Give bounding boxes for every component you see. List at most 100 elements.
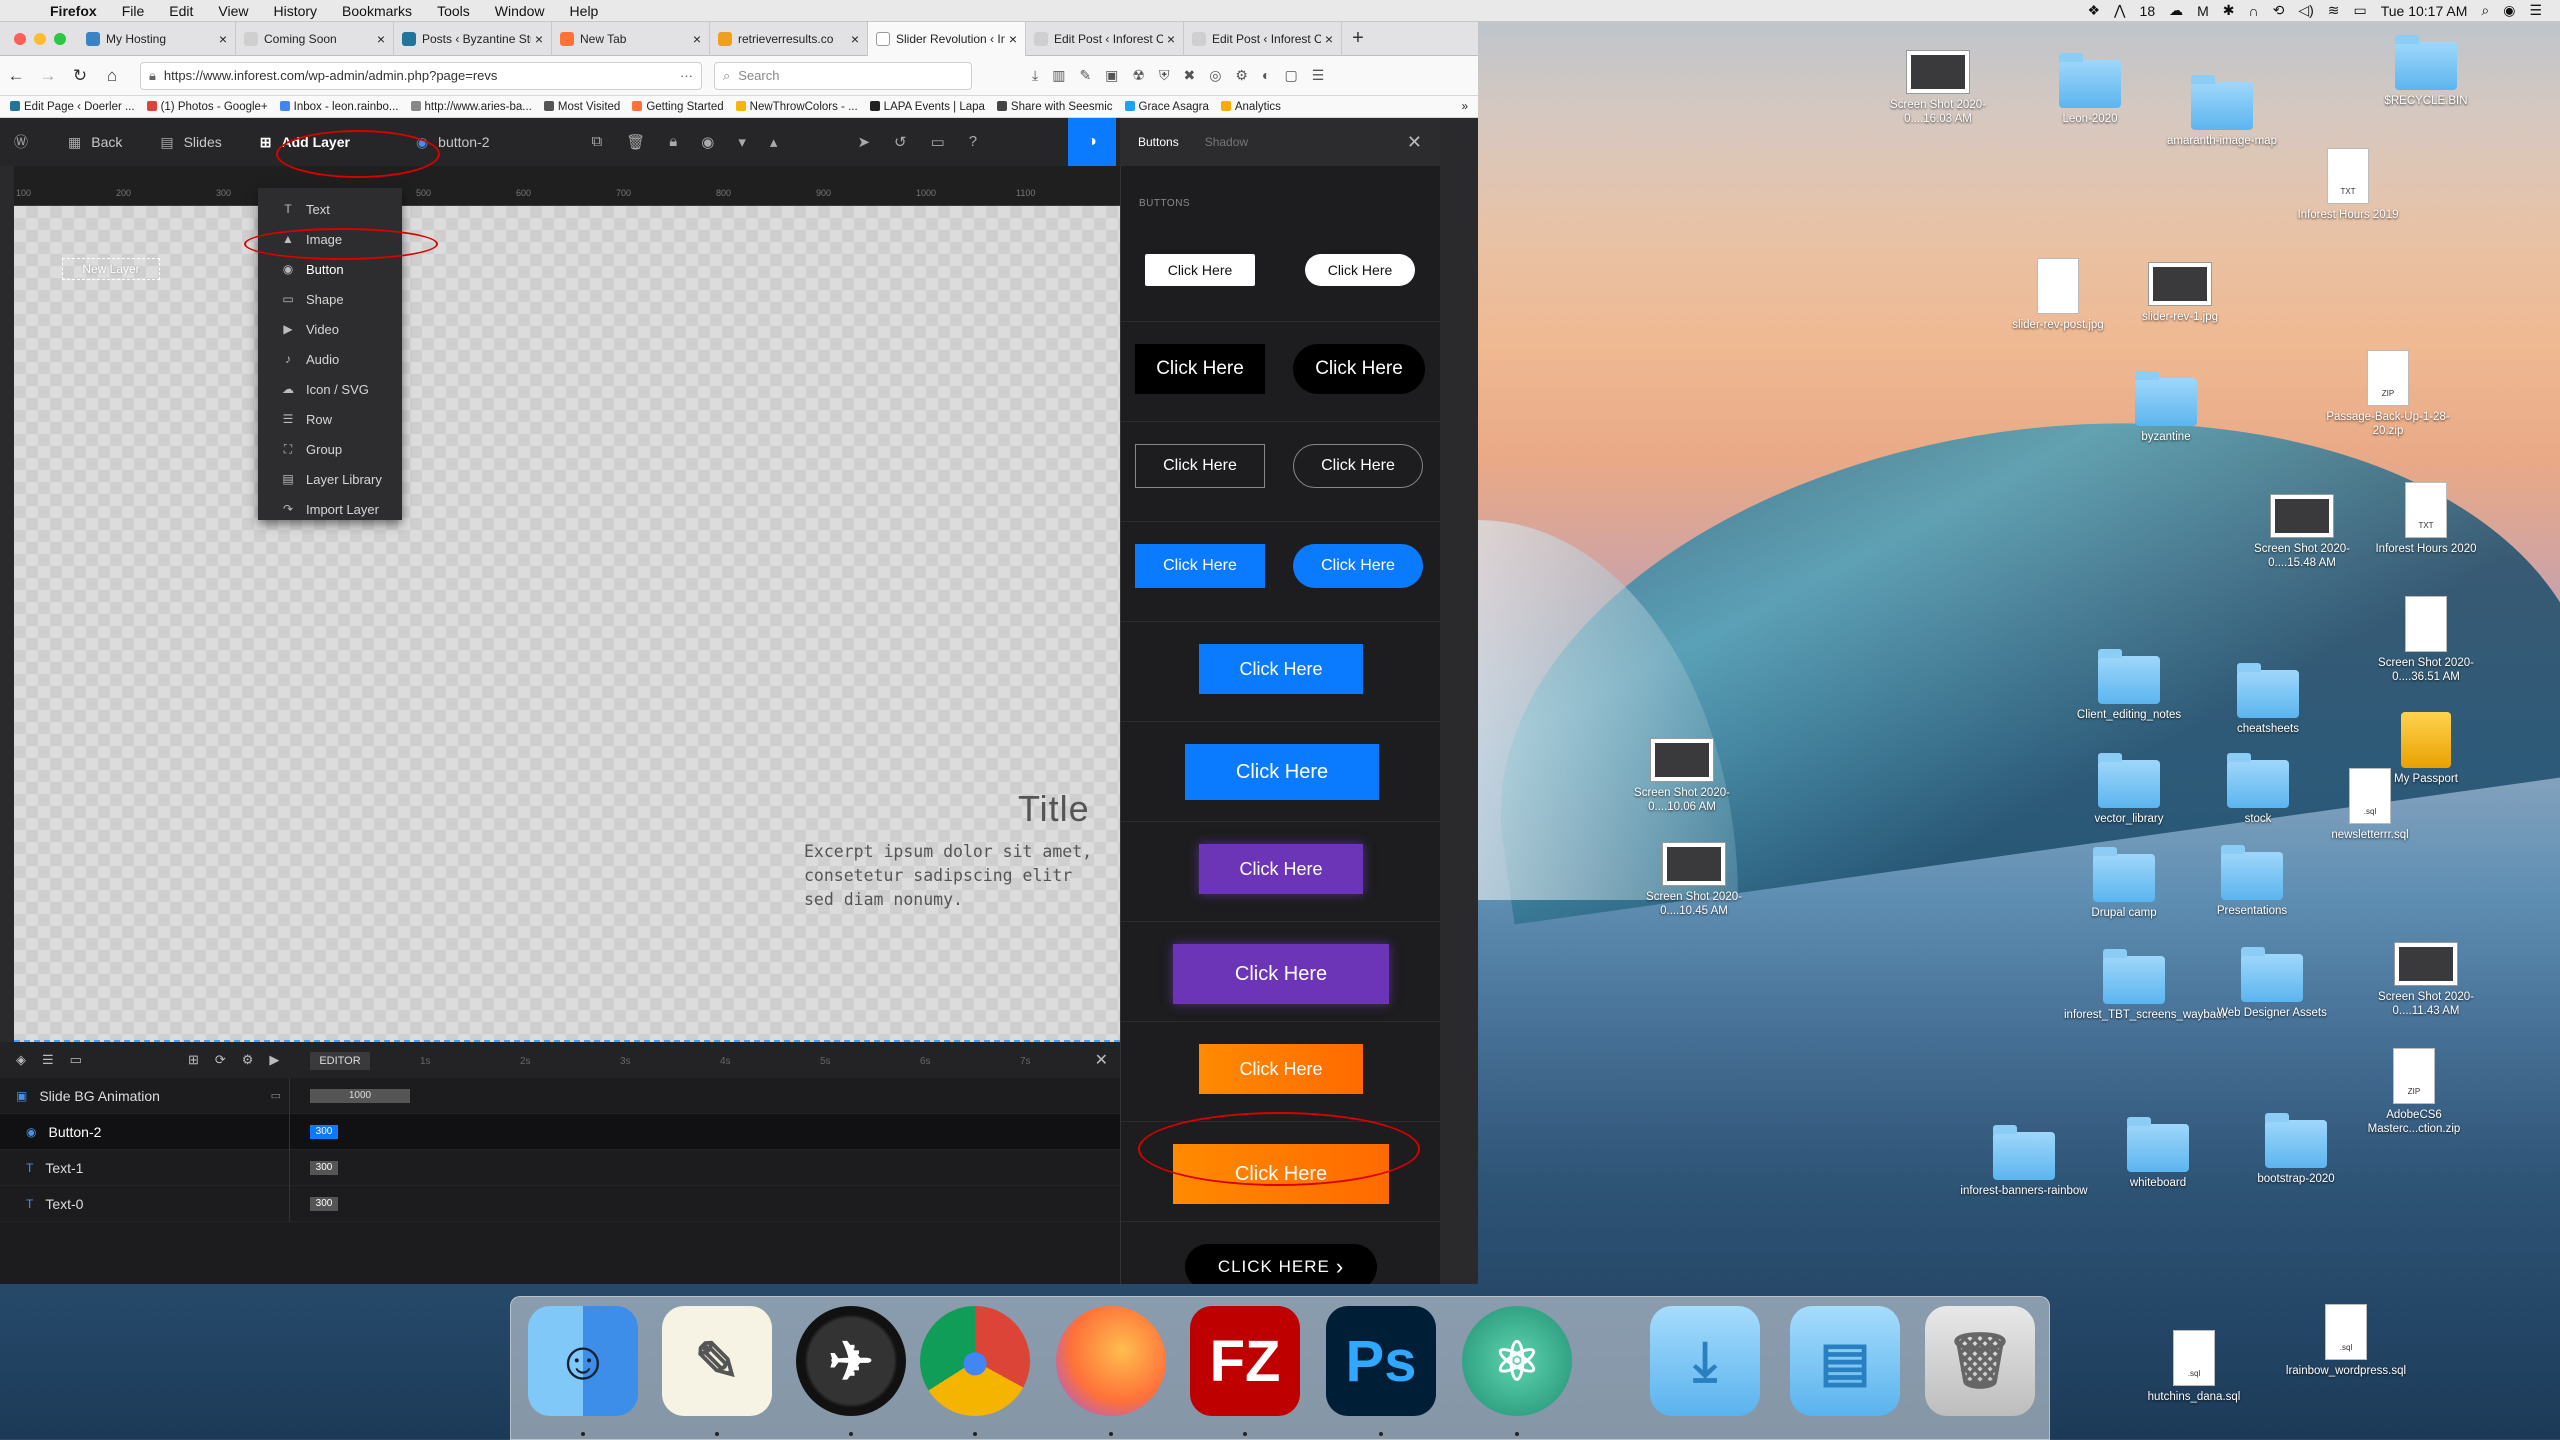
desktop-icon-folder[interactable]: Leon-2020 bbox=[2020, 53, 2160, 126]
dock-network-radar-icon[interactable]: ✈ bbox=[796, 1306, 906, 1416]
new-tab-icon[interactable]: + bbox=[1342, 27, 1374, 50]
slide-title[interactable]: Title bbox=[1018, 788, 1090, 830]
extension-icon[interactable]: ✖ bbox=[1183, 67, 1195, 84]
slide-excerpt[interactable]: Excerpt ipsum dolor sit amet, consetetur… bbox=[804, 840, 1104, 912]
extension-icon[interactable]: ✎ bbox=[1079, 67, 1091, 84]
grammarly-icon[interactable]: ◎ bbox=[1209, 67, 1221, 84]
desktop-icon-shot[interactable]: Screen Shot 2020-0....11.43 AM bbox=[2356, 942, 2496, 1018]
desktop-view-icon[interactable]: ▭ bbox=[931, 133, 945, 151]
desktop-icon-folder[interactable]: Drupal camp bbox=[2054, 847, 2194, 920]
wifi-icon[interactable]: ≋ bbox=[2328, 2, 2340, 19]
undo-icon[interactable]: ↺ bbox=[894, 133, 907, 151]
desktop-icon-folder[interactable]: Presentations bbox=[2182, 845, 2322, 918]
desktop-icon-txt[interactable]: TXT Inforest Hours 2019 bbox=[2278, 148, 2418, 222]
button-style-black-arrow[interactable]: CLICK HERE › bbox=[1185, 1244, 1377, 1284]
desktop-icon-folder[interactable]: cheatsheets bbox=[2198, 663, 2338, 736]
chevron-up-icon[interactable]: ▴ bbox=[770, 133, 778, 151]
browser-tab[interactable]: retrieverresults.co × bbox=[710, 22, 868, 56]
clock[interactable]: Tue 10:17 AM bbox=[2381, 3, 2468, 19]
timeline-duration-bar[interactable]: 300 bbox=[310, 1124, 338, 1139]
desktop-icon-folder[interactable]: whiteboard bbox=[2088, 1117, 2228, 1190]
tab-close-icon[interactable]: × bbox=[1325, 31, 1333, 47]
browser-tab[interactable]: Coming Soon × bbox=[236, 22, 394, 56]
extension-icon[interactable]: ▢ bbox=[1284, 67, 1297, 84]
timeline-layer-name[interactable]: T Text-1 bbox=[0, 1149, 290, 1186]
add-layer-menu-item-row[interactable]: ☰ Row bbox=[258, 404, 402, 434]
button-style-white-square[interactable]: Click Here bbox=[1145, 254, 1255, 286]
timeline-layer-name[interactable]: T Text-0 bbox=[0, 1185, 290, 1222]
desktop-icon-folder[interactable]: $RECYCLE.BIN bbox=[2356, 35, 2496, 108]
desktop-icon-folder[interactable]: inforest-banners-rainbow bbox=[1954, 1125, 2094, 1198]
add-layer-menu-item-shape[interactable]: ▭ Shape bbox=[258, 284, 402, 314]
gmail-icon[interactable]: M bbox=[2197, 3, 2209, 19]
add-layer-menu-item-group[interactable]: ⛶ Group bbox=[258, 434, 402, 464]
notification-count[interactable]: 18 bbox=[2140, 3, 2156, 19]
close-window-icon[interactable] bbox=[14, 32, 26, 45]
desktop-icon-shot[interactable]: Screen Shot 2020-0....10.06 AM bbox=[1612, 738, 1752, 814]
back-button[interactable]: ▦ Back bbox=[56, 134, 134, 151]
bookmark-item[interactable]: http://www.aries-ba... bbox=[410, 100, 532, 113]
desktop-icon-folder[interactable]: amaranth-image-map bbox=[2152, 75, 2292, 148]
dock-photoshop-icon[interactable]: Ps bbox=[1326, 1306, 1436, 1416]
bookmark-item[interactable]: NewThrowColors - ... bbox=[735, 100, 858, 113]
folder-icon[interactable]: ▭ bbox=[70, 1052, 82, 1068]
tab-close-icon[interactable]: × bbox=[535, 31, 543, 47]
desktop-icon-folder[interactable]: Client_editing_notes bbox=[2059, 649, 2199, 722]
forward-arrow-icon[interactable]: → bbox=[32, 66, 64, 86]
visibility-icon[interactable]: ◉ bbox=[701, 133, 714, 151]
timeline-layer-name[interactable]: ▣ Slide BG Animation ▭ bbox=[0, 1077, 290, 1114]
pointer-icon[interactable]: ➤ bbox=[857, 133, 870, 151]
button-style-black-pill[interactable]: Click Here bbox=[1293, 344, 1425, 394]
folder-icon[interactable]: ▭ bbox=[271, 1089, 281, 1102]
desktop-icon-sql[interactable]: .sql hutchins_dana.sql bbox=[2124, 1330, 2264, 1404]
chevron-down-icon[interactable]: ▾ bbox=[738, 133, 746, 151]
lock-icon[interactable]: 🔒︎ bbox=[149, 68, 156, 84]
creative-cloud-icon[interactable]: ☁ bbox=[2169, 2, 2183, 19]
siri-icon[interactable]: ◉ bbox=[2503, 2, 2515, 19]
search-placeholder[interactable]: Search bbox=[738, 68, 779, 83]
desktop-icon-shot[interactable]: slider-rev-1.jpg bbox=[2110, 262, 2250, 324]
button-style-purple-large[interactable]: Click Here bbox=[1173, 944, 1389, 1004]
desktop-icon-doc[interactable]: slider-rev-post.jpg bbox=[1988, 258, 2128, 332]
contrast-toggle-icon[interactable]: ◑ bbox=[1068, 118, 1116, 166]
settings-icon[interactable]: ⚙ bbox=[242, 1052, 254, 1068]
duplicate-icon[interactable]: ⧉ bbox=[592, 133, 603, 151]
back-arrow-icon[interactable]: ← bbox=[0, 66, 32, 86]
menu-file[interactable]: File bbox=[122, 3, 145, 19]
wordpress-icon[interactable]: Ⓦ bbox=[14, 132, 28, 152]
time-machine-icon[interactable]: ⟲ bbox=[2273, 2, 2285, 19]
dock-filezilla-icon[interactable]: FZ bbox=[1190, 1306, 1300, 1416]
slide-canvas[interactable] bbox=[14, 206, 1120, 1042]
editor-timeline-badge[interactable]: EDITOR bbox=[310, 1052, 370, 1070]
desktop-icon-shot[interactable]: Screen Shot 2020-0....16.03 AM bbox=[1868, 50, 2008, 126]
bookmark-item[interactable]: Share with Seesmic bbox=[996, 100, 1113, 113]
dock-downloads-icon[interactable]: ⤓ bbox=[1650, 1306, 1760, 1416]
timeline-duration-bar[interactable]: 1000 bbox=[310, 1088, 410, 1103]
button-style-outline-square[interactable]: Click Here bbox=[1135, 444, 1265, 488]
lock-layer-icon[interactable]: 🔒︎ bbox=[669, 133, 677, 151]
library-icon[interactable]: ▥ bbox=[1052, 67, 1065, 84]
grid-icon[interactable]: ⊞ bbox=[188, 1052, 199, 1068]
button-style-blue-square[interactable]: Click Here bbox=[1135, 544, 1265, 588]
add-layer-menu-item-icon-svg[interactable]: ☁ Icon / SVG bbox=[258, 374, 402, 404]
help-icon[interactable]: ? bbox=[969, 133, 977, 151]
tab-close-icon[interactable]: × bbox=[693, 31, 701, 47]
desktop-icon-folder[interactable]: Web Designer Assets bbox=[2202, 947, 2342, 1020]
menu-app-name[interactable]: Firefox bbox=[50, 3, 97, 19]
url-bar[interactable]: 🔒︎ https://www.inforest.com/wp-admin/adm… bbox=[140, 61, 702, 90]
add-layer-menu-item-text[interactable]: T Text bbox=[258, 194, 402, 224]
nordvpn-icon[interactable]: ⋀ bbox=[2114, 2, 2125, 19]
dock-atom-icon[interactable]: ⚛ bbox=[1462, 1306, 1572, 1416]
wordpress-logo[interactable]: Ⓦ bbox=[0, 132, 50, 152]
zoom-window-icon[interactable] bbox=[54, 32, 66, 45]
browser-tab[interactable]: My Hosting × bbox=[78, 22, 236, 56]
play-icon[interactable]: ▶ bbox=[269, 1052, 279, 1068]
add-layer-menu-item-video[interactable]: ▶ Video bbox=[258, 314, 402, 344]
loop-icon[interactable]: ⟳ bbox=[215, 1052, 226, 1068]
tab-close-icon[interactable]: × bbox=[851, 31, 859, 47]
desktop-icon-folder[interactable]: vector_library bbox=[2059, 753, 2199, 826]
home-icon[interactable]: ⌂ bbox=[96, 66, 128, 86]
desktop-icon-shot[interactable]: Screen Shot 2020-0....10.45 AM bbox=[1624, 842, 1764, 918]
timeline-row[interactable]: T Text-0 300 bbox=[0, 1185, 1120, 1222]
tab-close-icon[interactable]: × bbox=[219, 31, 227, 47]
